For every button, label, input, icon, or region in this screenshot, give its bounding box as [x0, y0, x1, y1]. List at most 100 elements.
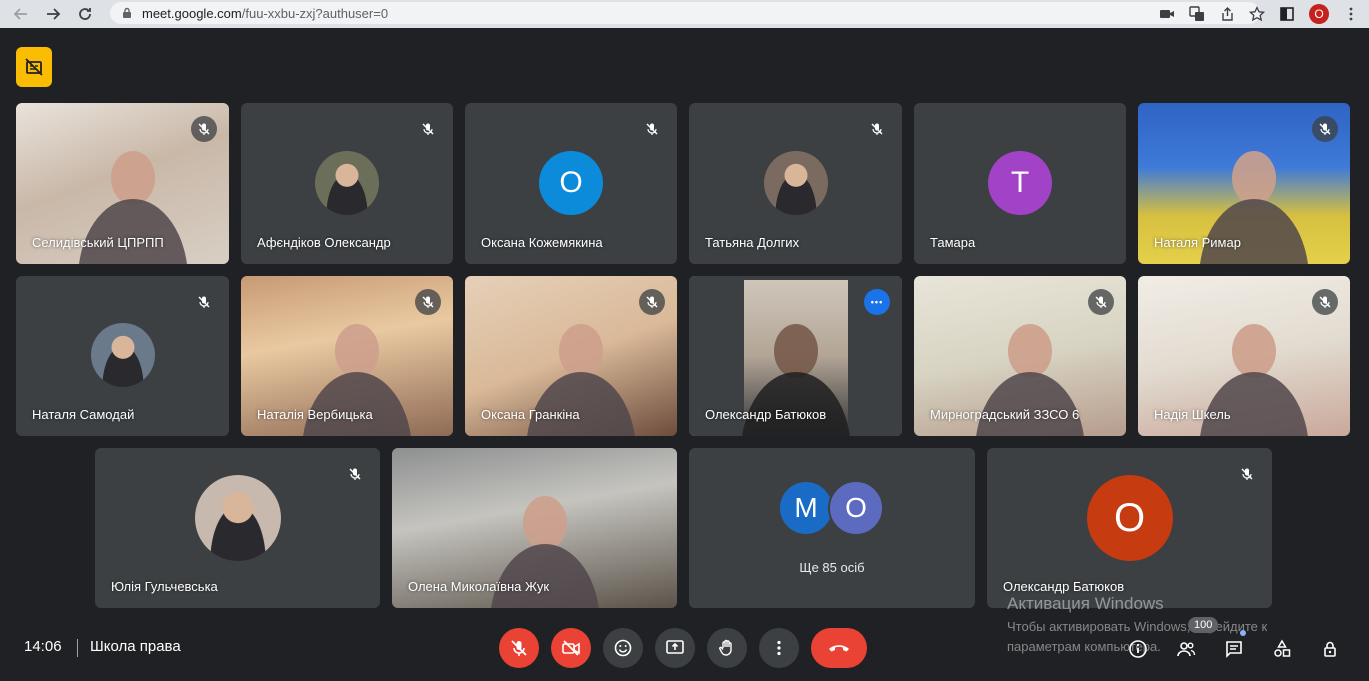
microphone-toggle-button[interactable] — [499, 628, 539, 668]
person-body — [489, 544, 600, 608]
person-body — [1199, 372, 1309, 436]
participant-tile[interactable]: Наталія Вербицька — [241, 276, 453, 436]
translate-icon[interactable] — [1189, 6, 1205, 22]
person-head — [559, 324, 603, 378]
muted-indicator — [415, 289, 441, 315]
bookmark-star-icon[interactable] — [1249, 6, 1265, 22]
participant-name: Наталя Самодай — [32, 407, 135, 422]
video-off-indicator[interactable] — [16, 47, 52, 87]
participant-name: Татьяна Долгих — [705, 235, 800, 250]
url-host: meet.google.com — [142, 5, 242, 21]
participant-name: Юлія Гульчевська — [111, 579, 218, 594]
others-count-label: Ще 85 осіб — [799, 560, 865, 575]
raise-hand-button[interactable] — [707, 628, 747, 668]
people-button[interactable] — [1173, 636, 1199, 662]
address-bar[interactable]: meet.google.com/fuu-xxbu-zxj?authuser=0 — [110, 2, 1260, 24]
camera-permission-icon[interactable] — [1159, 6, 1175, 22]
muted-indicator — [415, 116, 441, 142]
mic-off-icon — [1241, 468, 1253, 480]
participant-name: Наталя Римар — [1154, 235, 1241, 250]
other-participant-avatar: M — [778, 480, 834, 536]
tile-more-options-button[interactable]: ••• — [864, 289, 890, 315]
participant-tile[interactable]: O Оксана Кожемякина — [465, 103, 677, 264]
mic-off-icon — [422, 296, 434, 308]
participant-tile[interactable]: M O Ще 85 осіб — [689, 448, 975, 608]
person-body — [302, 372, 412, 436]
present-screen-button[interactable] — [655, 628, 695, 668]
participant-tile[interactable]: O Олександр Батюков — [987, 448, 1272, 608]
chat-button[interactable] — [1221, 636, 1247, 662]
participant-tile[interactable]: Наталя Самодай — [16, 276, 229, 436]
muted-indicator — [1312, 289, 1338, 315]
participant-name: Мирноградський ЗЗСО 6 — [930, 407, 1080, 422]
more-options-button[interactable] — [759, 628, 799, 668]
participant-photo — [315, 150, 379, 215]
mic-off-icon — [871, 123, 883, 135]
participant-tile[interactable]: Мирноградський ЗЗСО 6 — [914, 276, 1126, 436]
meeting-clock: 14:06 — [24, 638, 62, 655]
meeting-title: Школа права — [90, 638, 181, 655]
reload-icon — [79, 8, 91, 20]
participant-photo — [194, 475, 281, 561]
arrow-right-icon — [47, 8, 61, 20]
back-button[interactable] — [6, 0, 36, 28]
participant-name: Оксана Гранкіна — [481, 407, 580, 422]
shapes-icon — [1274, 639, 1291, 657]
host-controls-button[interactable] — [1317, 636, 1343, 662]
participant-tile[interactable]: Наталя Римар — [1138, 103, 1350, 264]
chat-notification-dot — [1240, 630, 1246, 636]
participant-name: Наталія Вербицька — [257, 407, 373, 422]
person-body — [1199, 199, 1309, 264]
hang-up-icon — [829, 645, 849, 652]
camera-toggle-button[interactable] — [551, 628, 591, 668]
host-lock-icon — [1324, 641, 1336, 657]
muted-indicator — [1234, 461, 1260, 487]
more-vert-icon — [777, 640, 781, 656]
participant-tile[interactable]: Олена Миколаївна Жук — [392, 448, 677, 608]
muted-indicator — [639, 289, 665, 315]
person-head — [335, 324, 379, 378]
side-panel-icon[interactable] — [1279, 6, 1295, 22]
person-head — [1232, 324, 1276, 378]
other-participant-avatar: O — [828, 480, 884, 536]
mic-off-icon — [349, 468, 361, 480]
participant-tile[interactable]: Юлія Гульчевська — [95, 448, 380, 608]
mic-off-icon — [511, 640, 527, 656]
participant-name: Селидівський ЦПРПП — [32, 235, 164, 250]
participant-tile[interactable]: T Тамара — [914, 103, 1126, 264]
participant-tile[interactable]: Селидівський ЦПРПП — [16, 103, 229, 264]
participant-tile[interactable]: Надія Шкель — [1138, 276, 1350, 436]
leave-call-button[interactable] — [811, 628, 867, 668]
muted-indicator — [1088, 289, 1114, 315]
bottom-divider — [77, 639, 78, 657]
muted-indicator — [639, 116, 665, 142]
mic-off-icon — [198, 296, 210, 308]
info-icon — [1129, 640, 1147, 658]
participant-avatar: O — [1086, 475, 1173, 561]
windows-activation-title: Активация Windows — [1007, 594, 1164, 613]
reactions-button[interactable] — [603, 628, 643, 668]
participant-tile[interactable]: Оксана Гранкіна — [465, 276, 677, 436]
muted-indicator — [191, 116, 217, 142]
participant-name: Оксана Кожемякина — [481, 235, 603, 250]
meeting-details-button[interactable] — [1125, 636, 1151, 662]
reload-button[interactable] — [70, 0, 100, 28]
participant-name: Тамара — [930, 235, 976, 250]
participant-tile[interactable]: Олександр Батюков ••• — [689, 276, 902, 436]
lock-icon — [123, 7, 131, 18]
browser-menu-icon[interactable] — [1343, 6, 1359, 22]
participant-avatar: O — [539, 150, 603, 215]
muted-indicator — [191, 289, 217, 315]
person-head — [1232, 151, 1276, 206]
mic-off-icon — [1319, 296, 1331, 308]
person-body — [975, 372, 1085, 436]
participant-tile[interactable]: Афєндіков Олександр — [241, 103, 453, 264]
activities-button[interactable] — [1269, 636, 1295, 662]
participant-tile[interactable]: Татьяна Долгих — [689, 103, 902, 264]
forward-button[interactable] — [38, 0, 68, 28]
camera-off-icon — [562, 640, 580, 656]
person-head — [1008, 324, 1052, 378]
share-icon[interactable] — [1219, 6, 1235, 22]
profile-avatar[interactable]: O — [1309, 4, 1329, 24]
muted-indicator — [342, 461, 368, 487]
